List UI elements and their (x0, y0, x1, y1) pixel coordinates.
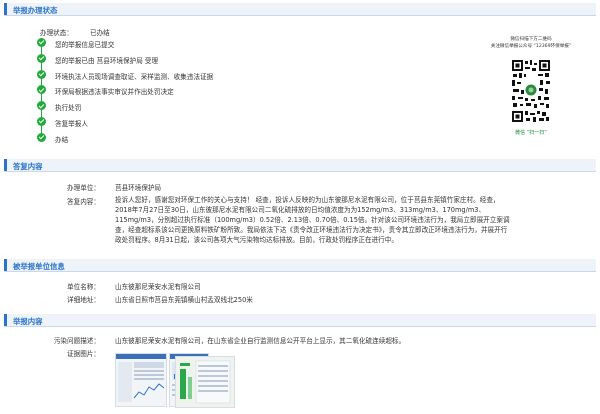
step-label: 您的举报已由 莒县环境保护局 受理 (55, 56, 159, 65)
section-title: 答复内容 (13, 162, 43, 171)
reply-content-text: 投诉人您好，感谢您对环保工作的关心与支持！ 经查，投诉人反映的为山东彼那尼水泥有… (115, 195, 593, 245)
field-label: 污染问题描述： (53, 337, 100, 345)
screenshot-thumbnail-icon (116, 354, 166, 402)
section-title: 被举报单位信息 (13, 262, 65, 271)
status-row: 办理状态： 已办结 (40, 27, 110, 37)
check-icon (37, 69, 46, 79)
field-label: 单位名称： (67, 283, 100, 291)
section-accent-bar (4, 259, 7, 271)
reported-addr-value: 山东省日照市莒县东莞镇横山村孟双线北250米 (115, 296, 253, 304)
reply-line: 查，经查超标系该公司更换原料铁矿粉所致。我局依法下达《责令改正环境违法行为决定书… (115, 226, 508, 234)
check-icon (37, 132, 46, 142)
check-icon (37, 101, 46, 111)
field-label: 详细地址： (67, 296, 100, 304)
reply-line: 政处罚程序。8月31日起，该公司各项大气污染物均达标排放。目前，行政处罚程序正在… (115, 236, 398, 244)
section-title: 举报内容 (13, 317, 43, 326)
qr-hint-line1: 微信扫描下方二维码 (510, 37, 552, 42)
check-icon (37, 116, 46, 126)
check-icon (37, 85, 46, 95)
check-icon (37, 38, 46, 47)
status-key: 办理状态： (40, 29, 73, 37)
step-label: 答复举报人 (55, 119, 88, 128)
step-label: 执行处罚 (55, 104, 82, 113)
step-label: 环境执法人员现场调查取证、采样监测、收集违法证据 (55, 72, 214, 81)
section-accent-bar (4, 3, 7, 15)
map-thumbnail-icon (176, 357, 234, 407)
step-label: 办结 (55, 135, 69, 144)
reply-unit-value: 莒县环境保护局 (115, 184, 162, 192)
reply-line: 投诉人您好，感谢您对环保工作的关心与支持！ 经查，投诉人反映的为山东彼那尼水泥有… (115, 196, 500, 204)
field-label: 答复内容： (67, 198, 100, 206)
check-icon (37, 53, 46, 63)
qr-caption: 微信 “扫一扫” (515, 130, 547, 136)
step-label: 环保局根据违法事实审议并作出处罚决定 (55, 88, 174, 97)
section-accent-bar (4, 314, 7, 326)
status-value: 已办结 (90, 29, 110, 37)
step-label: 您的举报信息已提交 (55, 41, 115, 49)
section-header-status: 举报办理状态 (4, 3, 596, 16)
reported-name-value: 山东彼那尼荣安水泥有限公司 (115, 283, 201, 291)
evidence-image[interactable] (175, 356, 235, 408)
section-header-report: 举报内容 (4, 314, 596, 327)
qr-code (511, 59, 551, 123)
qr-hint-line2: 关注微信举报公众号 “12369环保举报” (490, 44, 572, 49)
evidence-image[interactable] (115, 353, 167, 407)
section-header-reported: 被举报单位信息 (4, 259, 596, 272)
reply-line: 2018年7月27日至30日，山东彼那尼水泥有限公司二氧化硫排放的日均值浓度为为… (115, 206, 486, 214)
field-label: 办理单位： (67, 184, 100, 192)
reply-line: 115mg/m3，分别超过执行标准（100mg/m3）0.52倍、2.13倍、0… (115, 216, 510, 224)
field-label: 证据图片： (67, 350, 100, 358)
section-title: 举报办理状态 (13, 6, 58, 15)
section-accent-bar (4, 159, 7, 171)
report-desc-value: 山东彼那尼荣安水泥有限公司，在山东省企业自行监测信息公开平台上显示，其二氧化硫连… (115, 337, 406, 345)
qr-code-icon (511, 59, 551, 123)
section-header-reply: 答复内容 (4, 159, 596, 172)
